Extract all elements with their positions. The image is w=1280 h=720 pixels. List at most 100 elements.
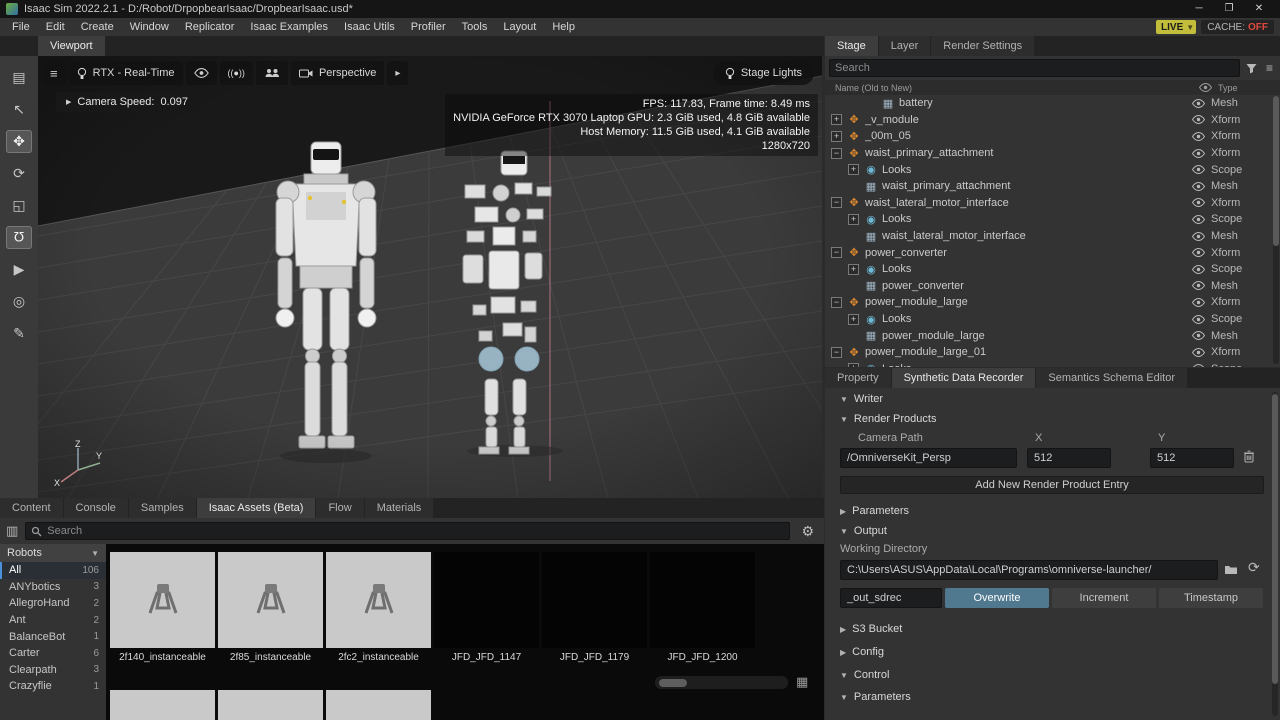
output-name-input[interactable] [840, 588, 942, 608]
menu-isaac-utils[interactable]: Isaac Utils [336, 18, 403, 36]
maximize-button[interactable]: ❐ [1214, 0, 1244, 18]
tab-materials[interactable]: Materials [365, 498, 434, 518]
expand-toggle[interactable]: + [848, 363, 859, 367]
expand-toggle[interactable]: − [831, 347, 842, 358]
scrollbar-handle[interactable] [1273, 96, 1279, 246]
visibility-options-button[interactable] [186, 61, 217, 85]
tab-content[interactable]: Content [0, 498, 63, 518]
working-directory-input[interactable] [840, 560, 1218, 580]
visibility-eye-icon[interactable] [1185, 281, 1211, 290]
close-button[interactable]: ✕ [1244, 0, 1274, 18]
refresh-icon[interactable]: ⟳ [1248, 559, 1260, 576]
timestamp-mode-button[interactable]: Timestamp [1159, 588, 1263, 608]
chevron-down-icon[interactable]: ▼ [1186, 23, 1194, 32]
visibility-eye-icon[interactable] [1185, 132, 1211, 141]
tab-render-settings[interactable]: Render Settings [931, 36, 1034, 56]
expand-toggle[interactable]: − [831, 247, 842, 258]
expand-toggle[interactable]: − [831, 148, 842, 159]
tab-console[interactable]: Console [64, 498, 128, 518]
live-sync-button[interactable]: LIVE ▼ [1156, 20, 1196, 34]
stage-options-icon[interactable]: ≡ [1263, 61, 1276, 75]
camera-dropdown[interactable]: Perspective [291, 61, 384, 85]
visibility-eye-icon[interactable] [1185, 115, 1211, 124]
stage-row[interactable]: +✥_00m_05Xform [825, 128, 1273, 145]
stage-row[interactable]: +◉LooksScope [825, 261, 1273, 278]
visibility-eye-icon[interactable] [1185, 315, 1211, 324]
expand-toggle[interactable]: − [831, 297, 842, 308]
menu-replicator[interactable]: Replicator [177, 18, 243, 36]
visibility-eye-icon[interactable] [1185, 364, 1211, 367]
rotate-tool[interactable]: ⟳ [6, 162, 32, 185]
x-resolution-input[interactable] [1027, 448, 1111, 468]
tab-samples[interactable]: Samples [129, 498, 196, 518]
expand-toggle[interactable]: + [848, 314, 859, 325]
snap-tool[interactable]: Ω [6, 226, 32, 249]
visibility-eye-icon[interactable] [1185, 265, 1211, 274]
play-button[interactable]: ▶ [6, 258, 32, 281]
category-carter[interactable]: Carter6 [0, 645, 106, 662]
stage-row[interactable]: +▦power_converterMesh [825, 278, 1273, 295]
menu-layout[interactable]: Layout [495, 18, 544, 36]
category-dropdown[interactable]: Robots ▼ [0, 544, 106, 562]
category-balancebot[interactable]: BalanceBot1 [0, 628, 106, 645]
render-products-section-header[interactable]: Render Products [825, 410, 1270, 428]
control-section-header[interactable]: Control [825, 666, 1270, 684]
visibility-eye-icon[interactable] [1185, 198, 1211, 207]
add-render-product-button[interactable]: Add New Render Product Entry [840, 476, 1264, 494]
visibility-eye-icon[interactable] [1185, 99, 1211, 108]
paint-tool[interactable]: ✎ [6, 322, 32, 345]
s3-bucket-section-header[interactable]: S3 Bucket [825, 620, 1270, 638]
stage-row[interactable]: +◉LooksScope [825, 361, 1273, 368]
menu-isaac-examples[interactable]: Isaac Examples [242, 18, 336, 36]
visibility-eye-icon[interactable] [1185, 215, 1211, 224]
control-parameters-section-header[interactable]: Parameters [825, 688, 1270, 706]
collaboration-button[interactable] [256, 61, 288, 85]
visibility-eye-icon[interactable] [1185, 165, 1211, 174]
tab-flow[interactable]: Flow [316, 498, 363, 518]
asset-item[interactable]: 2f85_instanceable [218, 552, 323, 663]
visibility-eye-icon[interactable] [1185, 298, 1211, 307]
overwrite-mode-button[interactable]: Overwrite [945, 588, 1049, 608]
select-tool[interactable]: ↖ [6, 98, 32, 121]
record-tool[interactable]: ◎ [6, 290, 32, 313]
menu-create[interactable]: Create [73, 18, 122, 36]
stage-row[interactable]: −✥waist_primary_attachmentXform [825, 145, 1273, 162]
asset-item[interactable]: 2f140_instanceable [110, 552, 215, 663]
visibility-eye-icon[interactable] [1185, 232, 1211, 241]
name-column-header[interactable]: Name (Old to New) [835, 83, 1192, 93]
stage-row[interactable]: +◉LooksScope [825, 311, 1273, 328]
stage-row[interactable]: −✥power_module_largeXform [825, 294, 1273, 311]
asset-item[interactable]: JFD_JFD_1179 [542, 552, 647, 663]
trash-icon[interactable] [1243, 450, 1255, 463]
tab-stage[interactable]: Stage [825, 36, 878, 56]
viewport-menu-button[interactable]: ≡ [42, 61, 66, 85]
move-tool[interactable]: ✥ [6, 130, 32, 153]
expand-toggle[interactable]: + [831, 114, 842, 125]
stage-lights-button[interactable]: Stage Lights [713, 61, 814, 85]
tab-layer[interactable]: Layer [879, 36, 931, 56]
filter-funnel-icon[interactable] [1245, 62, 1258, 74]
visibility-eye-icon[interactable] [1185, 248, 1211, 257]
minimize-button[interactable]: ─ [1184, 0, 1214, 18]
tab-semantics-schema-editor[interactable]: Semantics Schema Editor [1036, 368, 1187, 388]
parameters-section-header[interactable]: Parameters [825, 502, 1270, 520]
y-resolution-input[interactable] [1150, 448, 1234, 468]
recorder-scrollbar[interactable] [1272, 392, 1278, 716]
cache-status[interactable]: CACHE: OFF [1201, 20, 1274, 34]
stage-row[interactable]: +✥_v_moduleXform [825, 112, 1273, 129]
category-clearpath[interactable]: Clearpath3 [0, 662, 106, 679]
tab-viewport[interactable]: Viewport [38, 36, 105, 56]
audio-options-button[interactable]: ((●)) [220, 61, 253, 85]
stage-row[interactable]: −✥power_converterXform [825, 244, 1273, 261]
stage-row[interactable]: +▦batteryMesh [825, 95, 1273, 112]
camera-path-input[interactable] [840, 448, 1017, 468]
visibility-eye-icon[interactable] [1185, 182, 1211, 191]
asset-item[interactable]: 2fc2_instanceable [326, 552, 431, 663]
expand-toggle[interactable]: − [831, 197, 842, 208]
stage-row[interactable]: +◉LooksScope [825, 211, 1273, 228]
visibility-eye-icon[interactable] [1185, 348, 1211, 357]
stage-scrollbar[interactable] [1273, 96, 1279, 364]
type-column-header[interactable]: Type [1218, 83, 1276, 93]
renderer-dropdown[interactable]: RTX - Real-Time [69, 61, 183, 85]
menu-window[interactable]: Window [122, 18, 177, 36]
